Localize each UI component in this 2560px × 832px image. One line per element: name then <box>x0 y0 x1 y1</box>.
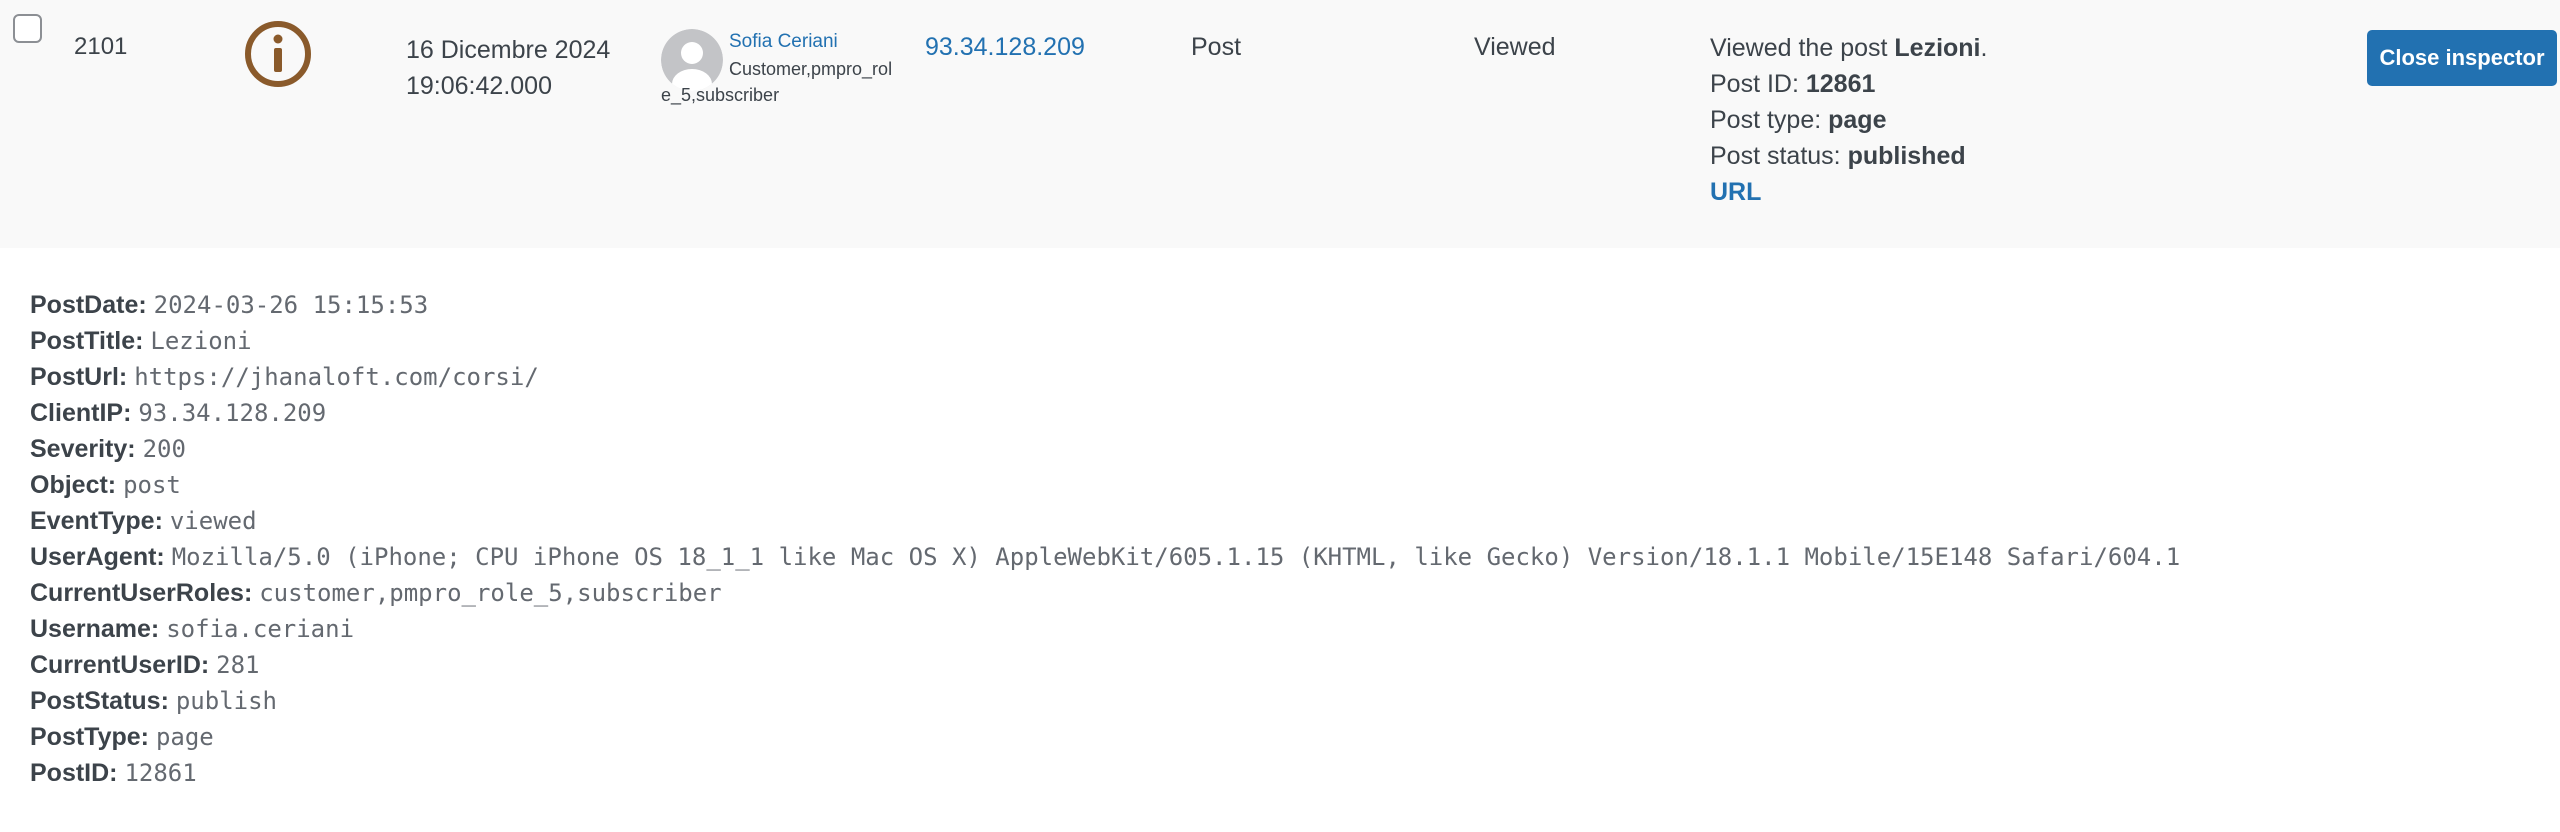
post-url-link[interactable]: URL <box>1710 178 1761 206</box>
inspector-field-value: 281 <box>216 651 260 679</box>
inspector-field-key: Severity: <box>30 435 136 463</box>
event-date-day: 16 Dicembre 2024 <box>406 36 611 64</box>
inspector-field-value: viewed <box>169 507 257 535</box>
inspector-field-value: sofia.ceriani <box>166 615 355 643</box>
user-name-link[interactable]: Sofia Ceriani <box>729 30 838 54</box>
event-object: Post <box>1191 33 1242 61</box>
inspector-field-key: PostUrl: <box>30 363 128 391</box>
inspector-field-row: PostID: 12861 <box>30 755 2530 791</box>
inspector-field-row: PostDate: 2024-03-26 15:15:53 <box>30 287 2530 323</box>
inspector-field-key: Username: <box>30 615 160 643</box>
inspector-field-row: CurrentUserRoles: customer,pmpro_role_5,… <box>30 575 2530 611</box>
message-line-url: URL <box>1710 174 1987 210</box>
inspector-field-key: PostDate: <box>30 291 147 319</box>
event-id: 2101 <box>74 33 128 60</box>
inspector-field-value: publish <box>175 687 278 715</box>
inspector-field-value: customer,pmpro_role_5,subscriber <box>259 579 722 607</box>
post-id-label: Post ID: <box>1710 70 1806 98</box>
inspector-field-value: 200 <box>142 435 186 463</box>
inspector-field-key: UserAgent: <box>30 543 165 571</box>
inspector-field-value: Mozilla/5.0 (iPhone; CPU iPhone OS 18_1_… <box>171 543 2181 571</box>
inspector-field-key: PostTitle: <box>30 327 144 355</box>
inspector-field-key: PostType: <box>30 723 149 751</box>
post-status-label: Post status: <box>1710 142 1848 170</box>
inspector-field-key: Object: <box>30 471 117 499</box>
inspector-field-key: CurrentUserID: <box>30 651 210 679</box>
inspector-field-row: Object: post <box>30 467 2530 503</box>
inspector-field-value: 2024-03-26 15:15:53 <box>153 291 429 319</box>
event-message: Viewed the post Lezioni. Post ID: 12861 … <box>1710 30 1987 210</box>
event-date: 16 Dicembre 2024 19:06:42.000 <box>406 32 610 104</box>
inspector-field-value: 93.34.128.209 <box>138 399 327 427</box>
inspector-field-row: Username: sofia.ceriani <box>30 611 2530 647</box>
inspector-field-row: PostStatus: publish <box>30 683 2530 719</box>
post-type-value: page <box>1828 106 1887 134</box>
inspector-field-row: UserAgent: Mozilla/5.0 (iPhone; CPU iPho… <box>30 539 2530 575</box>
message-line-post-type: Post type: page <box>1710 102 1987 138</box>
post-type-label: Post type: <box>1710 106 1829 134</box>
inspector-field-value: page <box>155 723 214 751</box>
inspector-field-row: PostUrl: https://jhanaloft.com/corsi/ <box>30 359 2530 395</box>
message-suffix: . <box>1980 34 1988 62</box>
message-line-post-status: Post status: published <box>1710 138 1987 174</box>
event-row: 2101 16 Dicembre 2024 19:06:42.000 Sofia… <box>0 0 2560 248</box>
inspector-field-key: ClientIP: <box>30 399 132 427</box>
row-select-checkbox[interactable] <box>13 14 42 43</box>
post-id-value: 12861 <box>1805 70 1876 98</box>
event-date-time: 19:06:42.000 <box>406 72 552 100</box>
message-line-post-id: Post ID: 12861 <box>1710 66 1987 102</box>
event-type: Viewed <box>1474 33 1556 61</box>
inspector-details: PostDate: 2024-03-26 15:15:53 PostTitle: … <box>30 287 2530 791</box>
inspector-field-value: post <box>123 471 181 499</box>
message-prefix: Viewed the post <box>1710 34 1895 62</box>
inspector-field-row: PostTitle: Lezioni <box>30 323 2530 359</box>
inspector-field-row: Severity: 200 <box>30 431 2530 467</box>
post-status-value: published <box>1847 142 1966 170</box>
inspector-field-value: https://jhanaloft.com/corsi/ <box>134 363 539 391</box>
inspector-field-key: EventType: <box>30 507 163 535</box>
inspector-field-key: CurrentUserRoles: <box>30 579 253 607</box>
inspector-field-row: ClientIP: 93.34.128.209 <box>30 395 2530 431</box>
inspector-field-value: Lezioni <box>150 327 252 355</box>
close-inspector-button[interactable]: Close inspector <box>2367 30 2557 86</box>
inspector-field-value: 12861 <box>124 759 197 787</box>
inspector-field-key: PostStatus: <box>30 687 169 715</box>
inspector-field-row: EventType: viewed <box>30 503 2530 539</box>
message-post-title: Lezioni <box>1894 34 1981 62</box>
info-icon <box>245 21 311 87</box>
client-ip-link[interactable]: 93.34.128.209 <box>925 33 1085 61</box>
inspector-field-key: PostID: <box>30 759 118 787</box>
inspector-field-row: CurrentUserID: 281 <box>30 647 2530 683</box>
inspector-field-row: PostType: page <box>30 719 2530 755</box>
message-line-title: Viewed the post Lezioni. <box>1710 30 1987 66</box>
user-roles: Customer,pmpro_role_5,subscriber <box>661 59 893 105</box>
